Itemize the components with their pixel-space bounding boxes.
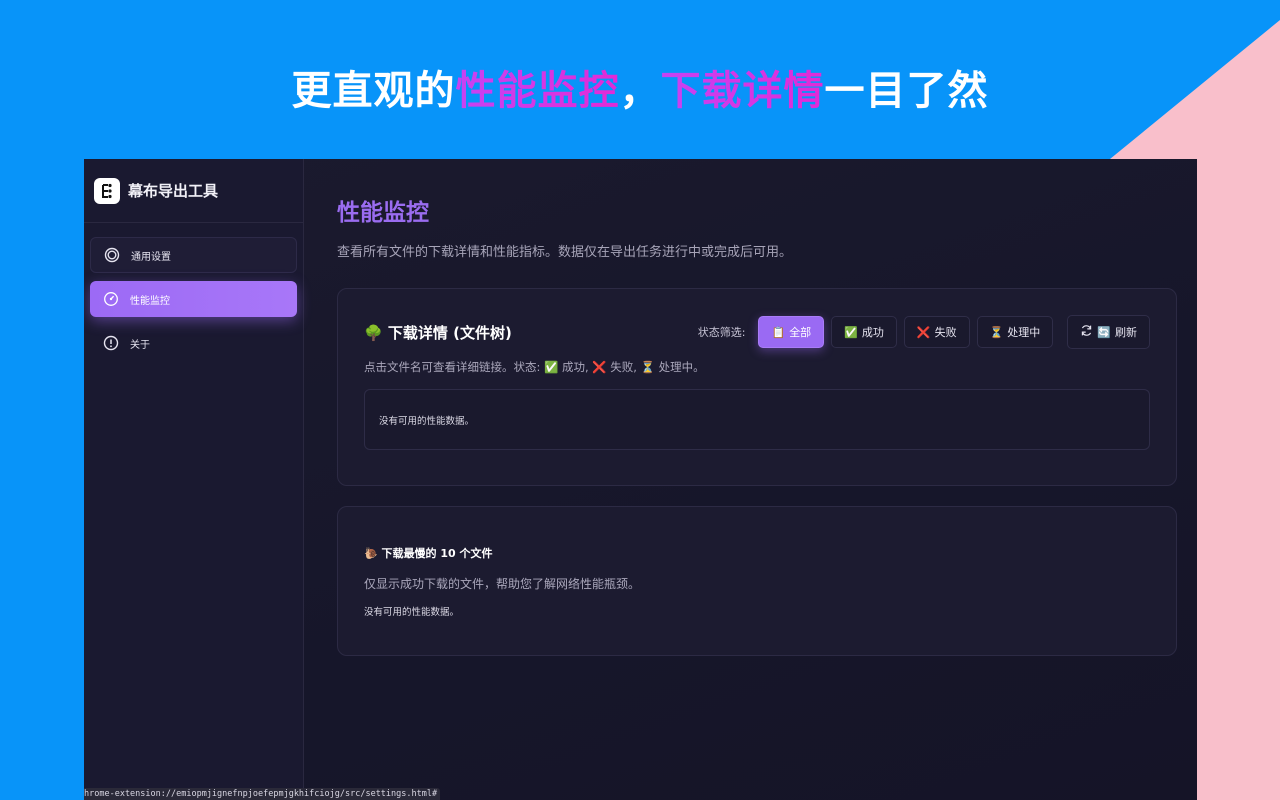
- download-details-card: 🌳 下载详情 (文件树) 状态筛选: 📋 全部 ✅ 成功 ❌ 失败 ⏳ 处理中 …: [337, 288, 1177, 486]
- check-icon: ✅: [844, 325, 858, 339]
- sidebar-item-label: 通用设置: [131, 251, 171, 263]
- hourglass-icon: ⏳: [989, 325, 1004, 339]
- sidebar-item-about[interactable]: 关于: [90, 325, 297, 361]
- page-description: 查看所有文件的下载详情和性能指标。数据仅在导出任务进行中或完成后可用。: [337, 245, 793, 260]
- banner-highlight-2: 下载详情: [660, 68, 825, 114]
- banner-sep: ，: [619, 68, 661, 114]
- banner-part1: 更直观的: [291, 68, 456, 114]
- sidebar-item-label: 性能监控: [130, 295, 170, 307]
- banner-highlight-1: 性能监控: [455, 68, 620, 114]
- filter-all-button[interactable]: 📋 全部: [758, 316, 825, 348]
- filter-failed-button[interactable]: ❌ 失败: [903, 316, 970, 348]
- info-icon: [102, 334, 120, 352]
- banner-part2: 一目了然: [824, 68, 989, 114]
- brand-header: 幕布导出工具: [84, 159, 303, 223]
- filter-label: 状态筛选:: [697, 326, 746, 339]
- speedometer-icon: [102, 290, 120, 308]
- download-card-header: 🌳 下载详情 (文件树) 状态筛选: 📋 全部 ✅ 成功 ❌ 失败 ⏳ 处理中 …: [364, 315, 1150, 349]
- refresh-button[interactable]: 🔄 刷新: [1067, 315, 1150, 349]
- sidebar-item-general-settings[interactable]: 通用设置: [90, 237, 297, 273]
- sidebar-item-performance[interactable]: 性能监控: [90, 281, 297, 317]
- slowest-card-title: 🐌 下载最慢的 10 个文件: [364, 545, 1150, 561]
- app-name: 幕布导出工具: [128, 182, 219, 200]
- clipboard-icon: 📋: [771, 325, 786, 339]
- filter-processing-label: 处理中: [1007, 326, 1041, 339]
- sidebar-nav: 通用设置 性能监控 关于: [84, 223, 303, 383]
- app-logo-icon: [94, 177, 120, 204]
- refresh-arrows-icon: [1080, 324, 1093, 340]
- refresh-emoji-icon: 🔄: [1097, 325, 1111, 339]
- filter-failed-label: 失败: [934, 326, 957, 339]
- download-empty-text: 没有可用的性能数据。: [379, 415, 475, 427]
- download-empty-state: 没有可用的性能数据。: [364, 389, 1150, 450]
- cross-icon: ❌: [916, 325, 931, 339]
- tree-icon: 🌳: [364, 323, 383, 342]
- settings-ring-icon: [103, 246, 121, 264]
- filter-success-button[interactable]: ✅ 成功: [831, 316, 897, 348]
- download-card-title: 🌳 下载详情 (文件树): [364, 322, 512, 343]
- download-card-title-text: 下载详情 (文件树): [387, 323, 512, 342]
- page-title: 性能监控: [337, 200, 429, 226]
- slowest-card-description: 仅显示成功下载的文件，帮助您了解网络性能瓶颈。: [364, 577, 641, 591]
- slowest-files-card: 🐌 下载最慢的 10 个文件 仅显示成功下载的文件，帮助您了解网络性能瓶颈。 没…: [337, 506, 1177, 656]
- filter-processing-button[interactable]: ⏳ 处理中: [976, 316, 1054, 348]
- sidebar: 幕布导出工具 通用设置 性能监控 关于: [84, 159, 304, 800]
- slowest-card-title-text: 下载最慢的 10 个文件: [381, 547, 493, 560]
- sidebar-item-label: 关于: [130, 339, 150, 351]
- status-bar-url: hrome-extension://emiopmjignefnpjoefepmj…: [84, 788, 441, 800]
- banner-headline: 更直观的性能监控，下载详情一目了然: [0, 58, 1280, 116]
- filter-all-label: 全部: [789, 326, 812, 339]
- main-content: 性能监控 查看所有文件的下载详情和性能指标。数据仅在导出任务进行中或完成后可用。…: [304, 159, 1197, 800]
- slowest-empty-text: 没有可用的性能数据。: [364, 607, 460, 618]
- refresh-label: 刷新: [1115, 326, 1137, 339]
- filter-success-label: 成功: [861, 326, 884, 339]
- snail-icon: 🐌: [364, 547, 378, 560]
- status-filters: 状态筛选: 📋 全部 ✅ 成功 ❌ 失败 ⏳ 处理中 🔄 刷新: [698, 315, 1150, 349]
- download-hint: 点击文件名可查看详细链接。状态: ✅ 成功, ❌ 失败, ⏳ 处理中。: [364, 360, 705, 374]
- app-window: 幕布导出工具 通用设置 性能监控 关于 性能监控 查看所有文件的下载详情和性能指…: [84, 159, 1197, 800]
